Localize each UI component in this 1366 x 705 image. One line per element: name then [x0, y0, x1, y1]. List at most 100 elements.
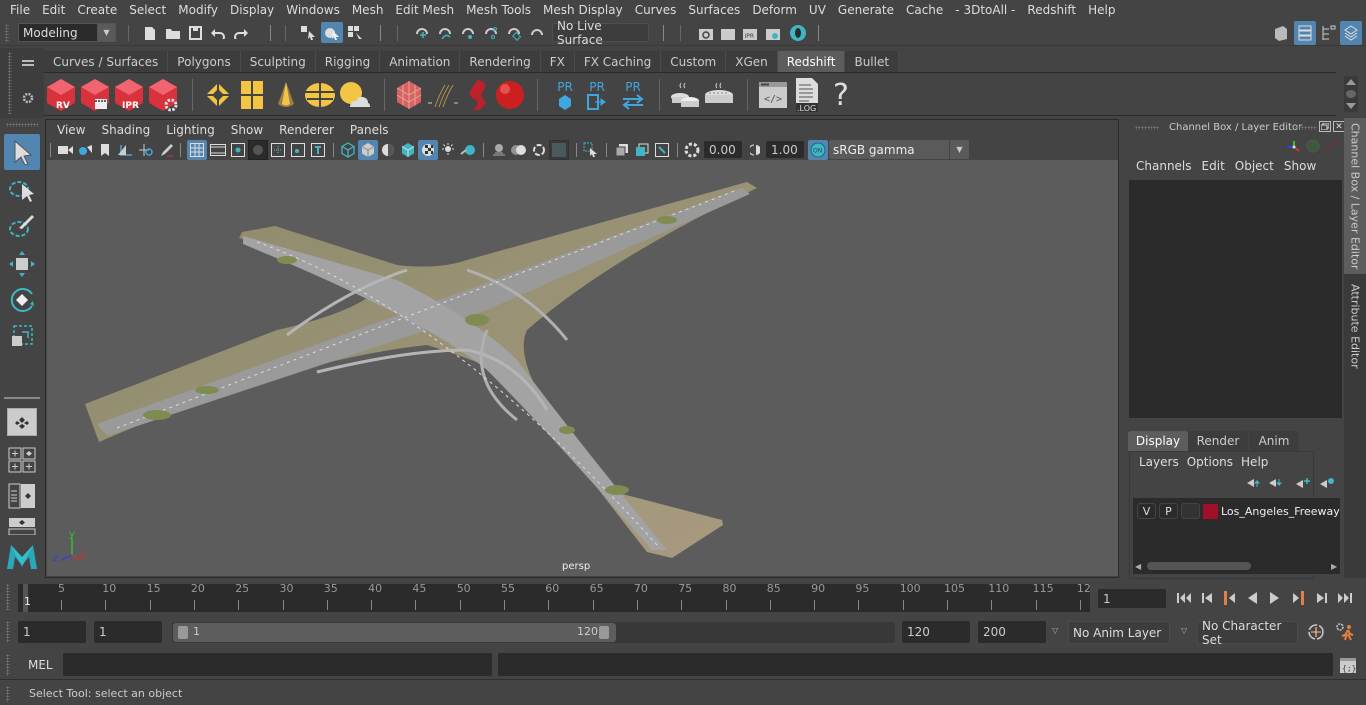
redshift-bake-icon[interactable]	[668, 78, 702, 112]
current-frame-field[interactable]: 1	[1098, 589, 1166, 608]
open-scene-icon[interactable]	[163, 23, 183, 43]
two-d-pan-zoom-icon[interactable]	[137, 141, 155, 159]
single-perspective-layout-icon[interactable]	[7, 408, 37, 436]
layer-color-swatch[interactable]	[1203, 503, 1218, 519]
shelf-tab-animation[interactable]: Animation	[380, 51, 461, 72]
redshift-render-settings-icon[interactable]	[146, 76, 180, 114]
snap-to-grid-icon[interactable]	[412, 23, 432, 43]
display-type-toggle[interactable]	[1181, 503, 1200, 519]
3d-viewport[interactable]: y z x persp	[47, 160, 1118, 576]
time-slider[interactable]: 1 5 10 15 20 25 30 35 40 45 50 55 60 65 70 75 80 85 90 95 1…	[18, 582, 1091, 612]
grip-handle[interactable]	[1295, 126, 1317, 130]
play-backwards-icon[interactable]	[1242, 588, 1262, 608]
grip-handle[interactable]	[6, 654, 10, 676]
menu-3dtoall[interactable]: - 3DtoAll -	[949, 3, 1021, 17]
channel-menu-show[interactable]: Show	[1279, 159, 1321, 173]
layer-menu-options[interactable]: Options	[1185, 455, 1239, 469]
outliner-persp-layout-icon[interactable]	[7, 482, 37, 510]
viewport-menu-lighting[interactable]: Lighting	[158, 123, 223, 137]
step-forward-frame-icon[interactable]	[1312, 588, 1332, 608]
redshift-render-view-icon[interactable]: RV	[44, 76, 78, 114]
range-slider-track[interactable]: 1 120	[172, 622, 895, 643]
redshift-sun-sky-icon[interactable]	[337, 79, 371, 111]
viewport-menu-panels[interactable]: Panels	[342, 123, 397, 137]
grip-handle[interactable]	[1135, 126, 1159, 130]
move-layer-down-icon[interactable]	[1267, 476, 1285, 490]
grip-handle[interactable]	[6, 584, 10, 610]
persp-graph-layout-icon[interactable]	[7, 516, 37, 536]
scale-tool-icon[interactable]	[4, 318, 40, 354]
new-scene-icon[interactable]	[141, 23, 159, 43]
scroll-handle-icon[interactable]	[1346, 89, 1356, 98]
playback-end-field[interactable]: 120	[902, 621, 970, 643]
redshift-dome-light-icon[interactable]	[303, 79, 337, 111]
select-camera-icon[interactable]	[57, 141, 75, 159]
manipulator-axes-icon[interactable]	[1285, 138, 1303, 154]
wireframe-icon[interactable]	[338, 140, 358, 160]
layer-menu-layers[interactable]: Layers	[1137, 455, 1185, 469]
animation-preferences-icon[interactable]	[1333, 621, 1357, 643]
menu-cache[interactable]: Cache	[900, 3, 949, 17]
image-plane-icon[interactable]	[116, 141, 134, 159]
film-gate-icon[interactable]	[208, 140, 228, 160]
menu-mesh-tools[interactable]: Mesh Tools	[460, 3, 537, 17]
redshift-bake-set-icon[interactable]	[702, 78, 736, 112]
range-start-handle[interactable]	[178, 626, 188, 639]
textured-icon[interactable]	[418, 140, 438, 160]
render-view-icon[interactable]	[696, 23, 716, 43]
menu-curves[interactable]: Curves	[629, 3, 683, 17]
menu-mesh-display[interactable]: Mesh Display	[537, 3, 629, 17]
scroll-down-icon[interactable]	[1346, 103, 1356, 110]
scroll-left-icon[interactable]: ◀	[1135, 562, 1141, 571]
menu-mesh[interactable]: Mesh	[346, 3, 390, 17]
viewport-menu-view[interactable]: View	[49, 123, 93, 137]
scroll-up-icon[interactable]	[1346, 78, 1356, 85]
character-set-dropdown[interactable]: No Character Set	[1197, 619, 1298, 647]
grease-pencil-icon[interactable]	[158, 141, 176, 159]
gamma-icon[interactable]	[746, 140, 764, 160]
scroll-right-icon[interactable]: ▶	[1331, 562, 1337, 571]
multisample-aa-icon[interactable]	[529, 140, 549, 160]
viewport-menu-renderer[interactable]: Renderer	[271, 123, 342, 137]
step-back-key-icon[interactable]	[1219, 588, 1239, 608]
live-surface-field[interactable]: No Live Surface	[552, 19, 649, 47]
color-management-toggle[interactable]: ON	[808, 140, 828, 160]
grid-toggle-icon[interactable]	[187, 140, 207, 160]
grip-handle[interactable]	[6, 686, 10, 702]
gate-mask-icon[interactable]	[248, 140, 268, 160]
attribute-editor-toggle-icon[interactable]	[1294, 21, 1316, 45]
depth-of-field-icon[interactable]	[549, 140, 569, 160]
visibility-toggle[interactable]: V	[1137, 503, 1156, 519]
safe-action-icon[interactable]	[288, 140, 308, 160]
channel-menu-channels[interactable]: Channels	[1131, 159, 1197, 173]
menu-select[interactable]: Select	[123, 3, 172, 17]
shelf-tab-fx-caching[interactable]: FX Caching	[574, 51, 662, 72]
ipr-render-icon[interactable]: IPR	[740, 23, 760, 43]
move-tool-icon[interactable]	[4, 246, 40, 282]
range-end-handle[interactable]	[599, 626, 609, 639]
menu-help[interactable]: Help	[1082, 3, 1121, 17]
range-slider-bar[interactable]: 1 120	[173, 623, 616, 642]
layer-menu-help[interactable]: Help	[1239, 455, 1274, 469]
menu-edit[interactable]: Edit	[36, 3, 71, 17]
redshift-log-icon[interactable]: .LOG	[792, 76, 822, 114]
rotate-tool-icon[interactable]	[4, 282, 40, 318]
render-settings-icon[interactable]	[763, 23, 783, 43]
shelf-settings-gear-icon[interactable]	[18, 90, 38, 106]
playback-toggle[interactable]: P	[1159, 503, 1178, 519]
anim-layer-dropdown[interactable]: No Anim Layer	[1068, 621, 1170, 644]
snap-to-point-icon[interactable]	[458, 23, 478, 43]
layer-name[interactable]: Los_Angeles_Freeway	[1221, 505, 1340, 518]
snap-to-curve-icon[interactable]	[435, 23, 455, 43]
snap-to-view-plane-icon[interactable]	[481, 23, 501, 43]
color-space-dropdown[interactable]: sRGB gamma ▼	[829, 140, 969, 159]
freeway-model[interactable]: y z x persp	[47, 160, 1118, 576]
xray-active-components-icon[interactable]	[652, 140, 672, 160]
smooth-shade-icon[interactable]	[358, 140, 378, 160]
bookmark-icon[interactable]	[97, 141, 113, 159]
shelf-tab-custom[interactable]: Custom	[661, 51, 727, 72]
undo-icon[interactable]	[208, 23, 228, 43]
safe-title-icon[interactable]	[308, 140, 328, 160]
playback-start-field[interactable]: 1	[94, 621, 162, 643]
move-layer-up-icon[interactable]	[1245, 476, 1263, 490]
